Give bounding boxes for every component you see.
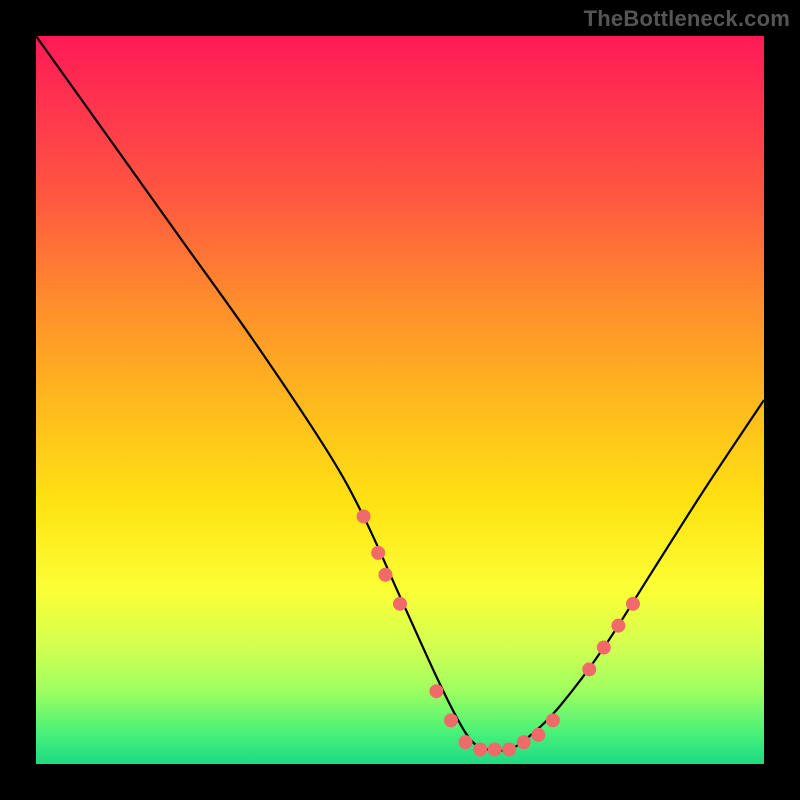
marker-dot — [597, 641, 611, 655]
marker-dot — [626, 597, 640, 611]
marker-dot — [429, 684, 443, 698]
chart-svg — [36, 36, 764, 764]
chart-container: TheBottleneck.com — [0, 0, 800, 800]
marker-dot — [378, 568, 392, 582]
marker-dot — [371, 546, 385, 560]
marker-dot — [488, 742, 502, 756]
marker-dot — [473, 742, 487, 756]
marker-dot — [611, 619, 625, 633]
marker-dot — [517, 735, 531, 749]
marker-dot — [546, 713, 560, 727]
marker-dot — [582, 662, 596, 676]
plot-area — [36, 36, 764, 764]
marker-dot — [393, 597, 407, 611]
bottleneck-curve — [36, 36, 764, 751]
marker-dot — [357, 509, 371, 523]
marker-dot — [531, 728, 545, 742]
highlight-markers — [357, 509, 640, 756]
marker-dot — [502, 742, 516, 756]
watermark-text: TheBottleneck.com — [584, 6, 790, 32]
marker-dot — [444, 713, 458, 727]
marker-dot — [459, 735, 473, 749]
